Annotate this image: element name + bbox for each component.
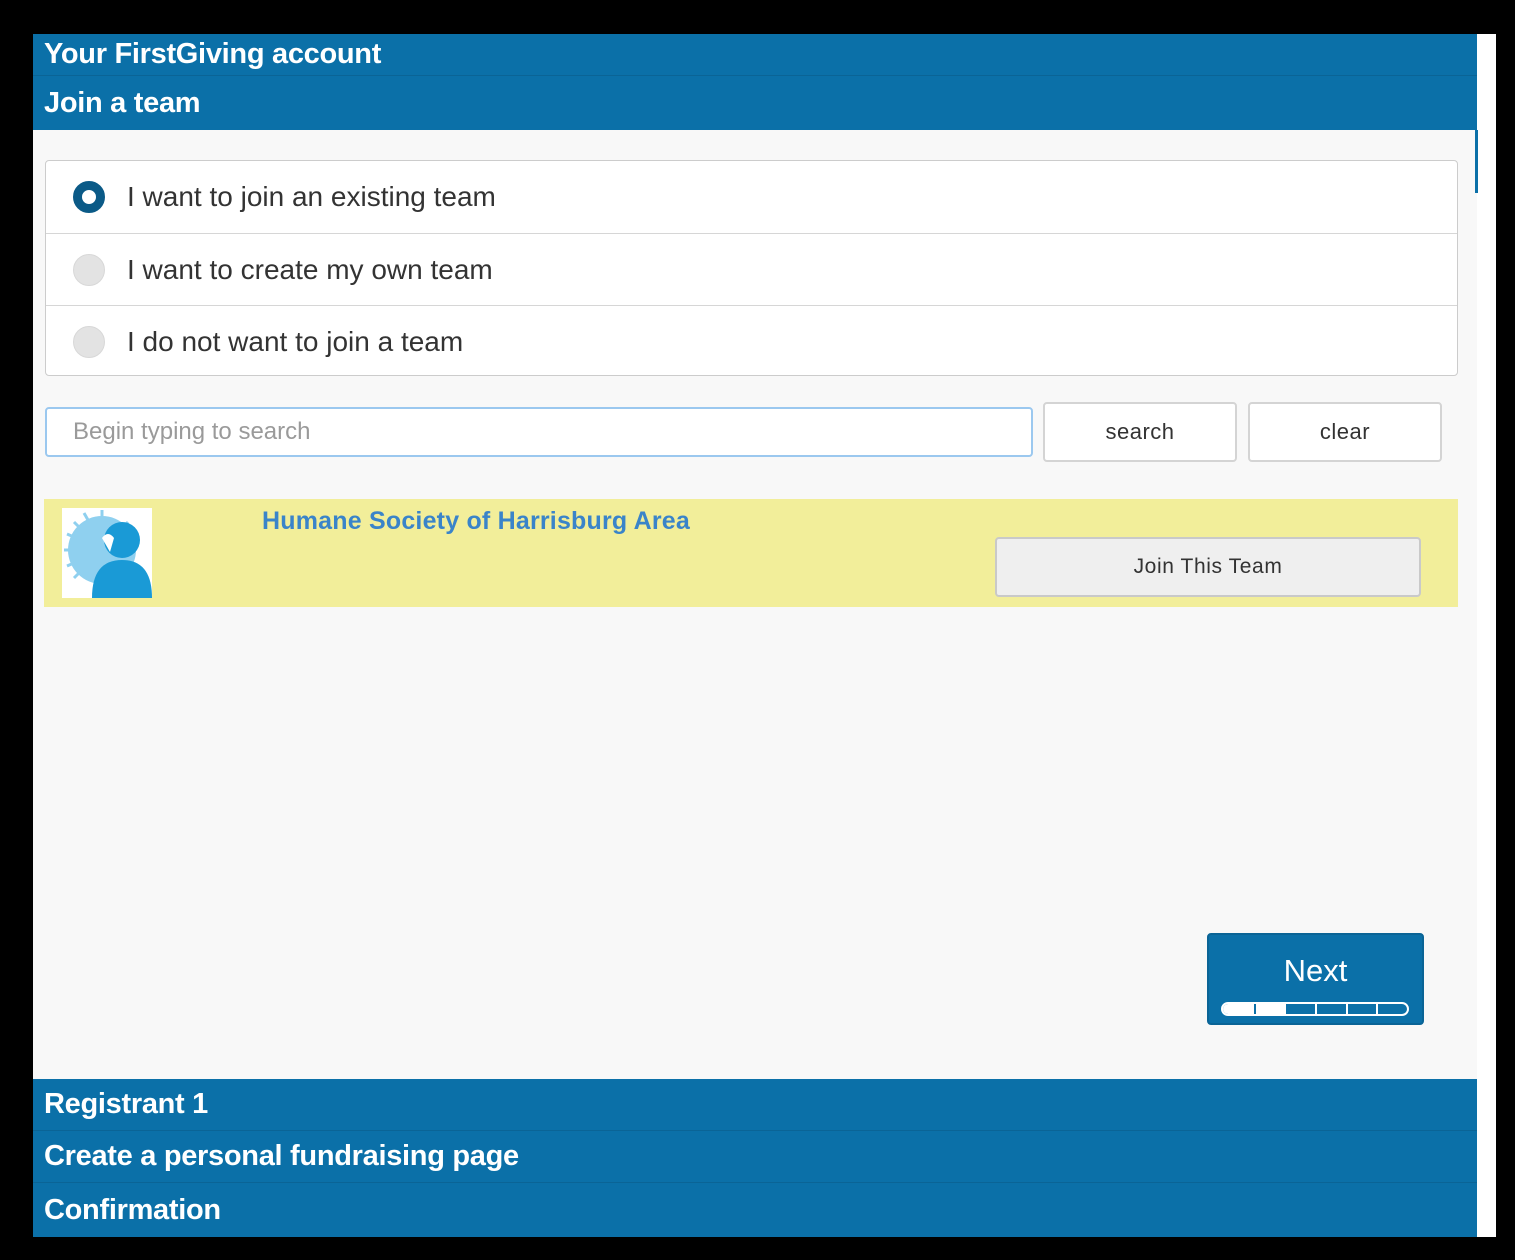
radio-unselected[interactable] <box>73 325 105 358</box>
section-confirmation[interactable]: Confirmation <box>33 1183 1477 1237</box>
option-join-existing-team[interactable]: I want to join an existing team <box>46 161 1457 233</box>
join-button-label: Join This Team <box>1133 555 1283 578</box>
page-edge <box>1477 34 1496 1237</box>
progress-segment-divider <box>1284 1004 1287 1014</box>
option-label: I want to create my own team <box>127 253 493 285</box>
default-user-icon <box>62 508 152 598</box>
team-option-group: I want to join an existing team I want t… <box>45 160 1458 376</box>
registration-panel: Your FirstGiving account Join a team I w… <box>33 34 1478 1237</box>
team-name-link[interactable]: Humane Society of Harrisburg Area <box>262 507 690 536</box>
progress-segment-divider <box>1253 1004 1256 1014</box>
section-create-fundraising-page[interactable]: Create a personal fundraising page <box>33 1131 1477 1183</box>
search-button-label: search <box>1105 419 1175 444</box>
section-join-a-team[interactable]: Join a team <box>33 76 1477 130</box>
option-no-team[interactable]: I do not want to join a team <box>46 305 1457 377</box>
radio-unselected[interactable] <box>73 253 105 286</box>
section-label: Confirmation <box>44 1193 221 1226</box>
section-label: Create a personal fundraising page <box>44 1140 519 1172</box>
option-label: I want to join an existing team <box>127 181 496 212</box>
progress-segment-divider <box>1315 1004 1317 1014</box>
progress-segment-divider <box>1376 1004 1379 1014</box>
next-button-label: Next <box>1283 953 1348 988</box>
team-result-row: Humane Society of Harrisburg Area Join T… <box>44 499 1458 607</box>
progress-segment-divider <box>1345 1004 1348 1014</box>
section-label: Your FirstGiving account <box>44 38 382 70</box>
section-label: Registrant 1 <box>44 1088 208 1120</box>
clear-button[interactable]: clear <box>1248 402 1442 462</box>
registration-progress-bar <box>1221 1002 1409 1016</box>
search-placeholder: Begin typing to search <box>73 418 311 445</box>
radio-selected[interactable] <box>73 181 105 213</box>
section-your-firstgiving-account[interactable]: Your FirstGiving account <box>33 34 1477 76</box>
section-registrant-1[interactable]: Registrant 1 <box>33 1079 1477 1131</box>
section-label: Join a team <box>44 86 201 119</box>
section-border <box>1475 130 1478 193</box>
team-search-input[interactable]: Begin typing to search <box>45 407 1033 457</box>
option-create-own-team[interactable]: I want to create my own team <box>46 233 1457 305</box>
clear-button-label: clear <box>1319 419 1371 444</box>
option-label: I do not want to join a team <box>127 325 464 357</box>
join-this-team-button[interactable]: Join This Team <box>995 537 1421 597</box>
search-button[interactable]: search <box>1043 402 1237 462</box>
next-button[interactable]: Next <box>1207 933 1424 1025</box>
